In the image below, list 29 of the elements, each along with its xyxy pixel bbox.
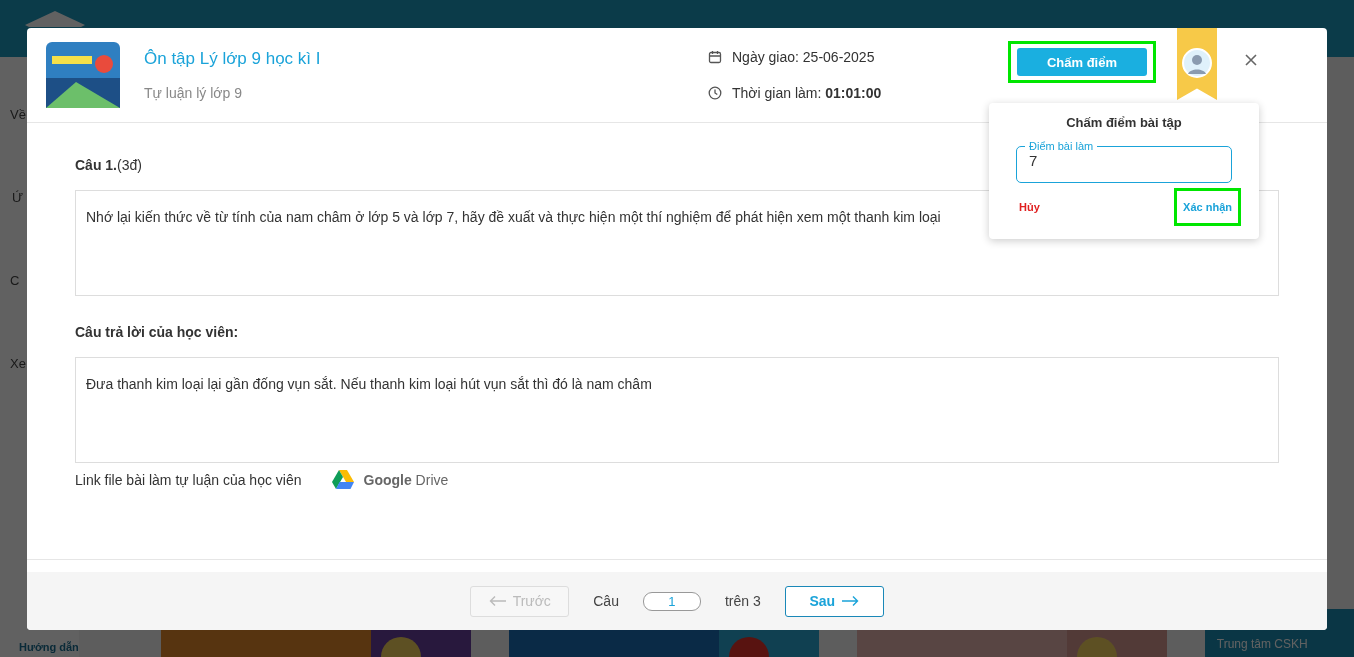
- popover-title: Chấm điểm bài tập: [1066, 115, 1182, 130]
- assignment-title[interactable]: Ôn tập Lý lớp 9 học kì I: [144, 49, 664, 69]
- next-button[interactable]: Sau: [784, 585, 884, 617]
- question-heading: Câu 1.(3đ): [75, 157, 142, 173]
- answer-heading: Câu trả lời của học viên:: [75, 324, 239, 340]
- score-field[interactable]: Điểm bài làm 7: [1016, 140, 1232, 183]
- clock-icon: [708, 86, 722, 100]
- support-label: Trung tâm CSKH: [1216, 637, 1308, 651]
- google-drive-link[interactable]: Google Drive: [363, 471, 449, 488]
- cancel-button[interactable]: Hủy: [1019, 197, 1040, 217]
- arrow-left-icon: [488, 595, 507, 607]
- question-text: Nhớ lại kiến thức về từ tính của nam châm ở lớp 5 và lớp 7, hãy đề xuất và thực hiện một thí nghiệm để phát hiện xem một thanh kim loại: [86, 209, 941, 225]
- file-link-label: Link file bài làm tự luận của học viên: [75, 471, 302, 488]
- calendar-icon: [708, 50, 722, 64]
- field-label: Điểm bài làm: [1028, 140, 1095, 152]
- assigned-date: Ngày giao: 25-06-2025: [732, 49, 875, 65]
- close-icon[interactable]: [1245, 54, 1257, 66]
- drive-icon[interactable]: [331, 470, 354, 489]
- time-limit: Thời gian làm: 01:01:00: [732, 85, 882, 101]
- page-number-field[interactable]: 1: [642, 591, 701, 611]
- question-label: Câu: [593, 593, 619, 609]
- assignment-subtitle: Tự luận lý lớp 9: [144, 85, 243, 101]
- arrow-right-icon: [841, 595, 860, 607]
- avatar-icon: [1182, 48, 1212, 78]
- help-link[interactable]: Hướng dẫn: [0, 641, 79, 653]
- grade-button[interactable]: Chấm điểm: [1017, 48, 1147, 76]
- total-label: trên 3: [724, 593, 761, 609]
- answer-text: Đưa thanh kim loại lại gần đống vụn sắt. Nếu thanh kim loại hút vụn sắt thì đó là nam châm: [86, 376, 652, 392]
- confirm-button[interactable]: Xác nhận: [1181, 197, 1234, 217]
